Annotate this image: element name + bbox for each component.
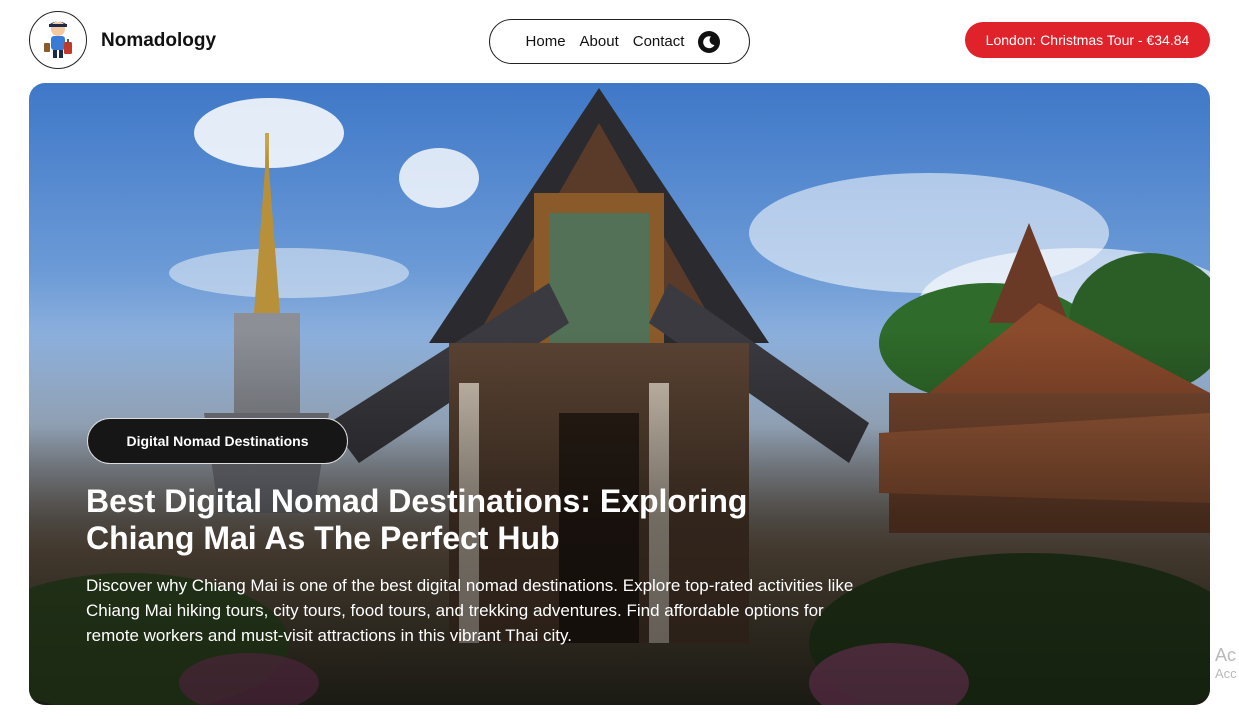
nav-home-link[interactable]: Home (526, 33, 566, 50)
hero-banner: Digital Nomad Destinations Best Digital … (29, 83, 1210, 705)
dark-mode-toggle-icon (703, 35, 715, 48)
nav-contact-link[interactable]: Contact (633, 33, 685, 50)
watermark-line-1: Ac (1215, 645, 1237, 665)
tour-promo-button[interactable]: London: Christmas Tour - €34.84 (965, 22, 1210, 58)
brand-name[interactable]: Nomadology (101, 30, 216, 52)
watermark-line-2: Acc (1215, 666, 1237, 681)
windows-activation-watermark: Ac Acc (1215, 645, 1237, 683)
theme-toggle-button[interactable] (698, 30, 721, 53)
nav-about-link[interactable]: About (580, 33, 619, 50)
site-header: Nomadology Home About Contact London: Ch… (0, 0, 1239, 83)
article-description: Discover why Chiang Mai is one of the be… (86, 576, 854, 645)
category-tag[interactable]: Digital Nomad Destinations (87, 418, 348, 464)
traveler-avatar-icon (44, 21, 72, 58)
article-title: Best Digital Nomad Destinations: Explori… (86, 483, 748, 556)
logo[interactable] (29, 11, 87, 69)
main-nav: Home About Contact (489, 19, 750, 64)
